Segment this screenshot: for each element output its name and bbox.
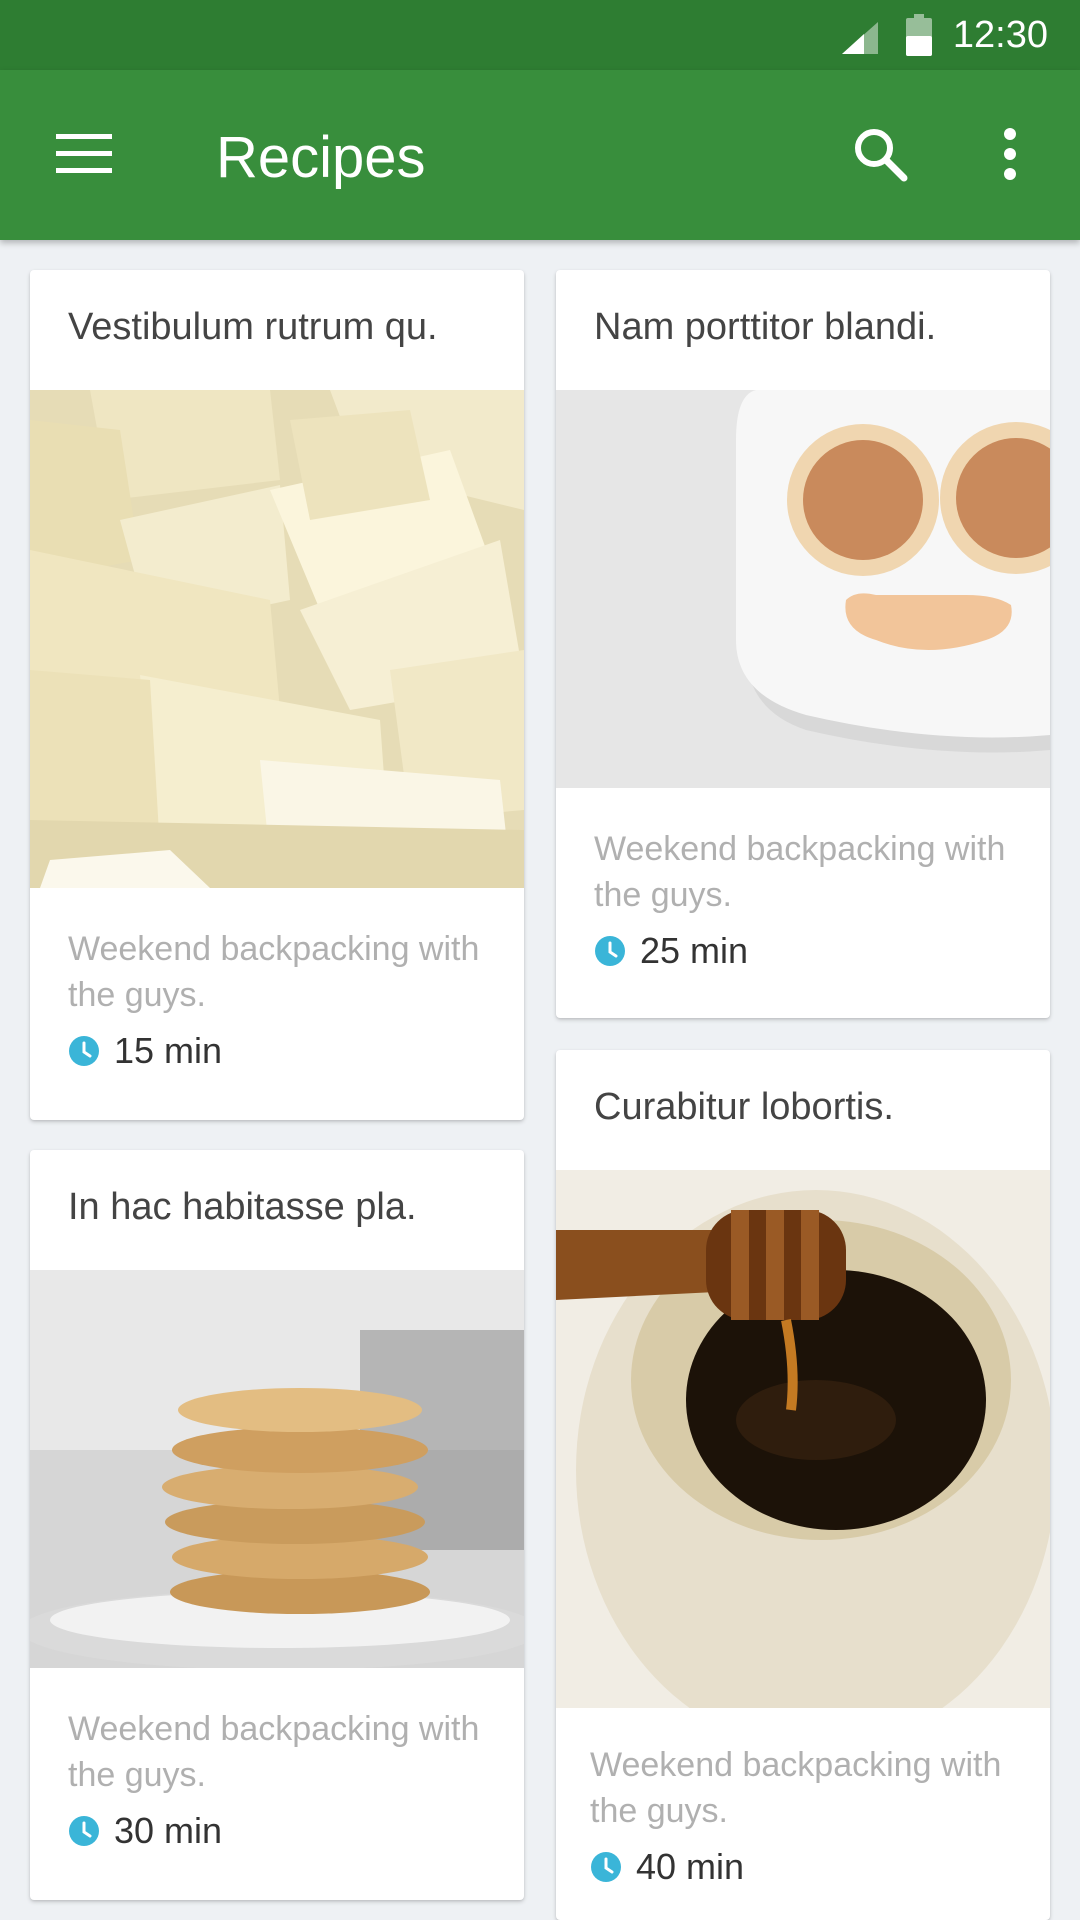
- recipe-title: In hac habitasse pla.: [68, 1186, 417, 1228]
- recipe-card[interactable]: Nam porttitor blandi. Weekend backpackin…: [556, 270, 1050, 1018]
- recipe-title: Nam porttitor blandi.: [594, 306, 937, 348]
- clock-icon: [595, 936, 625, 966]
- status-time: 12:30: [952, 14, 1048, 56]
- cooking-time-label: 15 min: [114, 1030, 223, 1071]
- battery-icon: [906, 14, 932, 56]
- cooking-time-label: 25 min: [640, 930, 749, 971]
- recipe-image: [556, 390, 1050, 788]
- recipe-description: Weekend backpacking with the guys.: [68, 930, 480, 1014]
- clock-icon: [69, 1816, 99, 1846]
- recipe-title: Curabitur lobortis.: [594, 1086, 894, 1128]
- cooking-time: 25 min: [594, 930, 748, 976]
- recipe-description: Weekend backpacking with the guys.: [594, 830, 1006, 914]
- search-icon[interactable]: [852, 126, 908, 182]
- clock-icon: [69, 1036, 99, 1066]
- recipe-description: Weekend backpacking with the guys.: [68, 1710, 480, 1794]
- signal-icon: [842, 22, 878, 54]
- cooking-time: 40 min: [590, 1846, 744, 1892]
- page-title: Recipes: [216, 125, 426, 190]
- recipe-description: Weekend backpacking with the guys.: [590, 1746, 1002, 1830]
- cooking-time: 15 min: [68, 1030, 222, 1076]
- cooking-time-label: 40 min: [636, 1846, 745, 1887]
- recipe-image: [30, 1270, 524, 1668]
- recipe-card[interactable]: In hac habitasse pla. Weekend backpackin…: [30, 1150, 524, 1900]
- clock-icon: [591, 1852, 621, 1882]
- cooking-time-label: 30 min: [114, 1810, 223, 1851]
- recipe-image: [30, 390, 524, 888]
- more-vert-icon[interactable]: [994, 126, 1026, 182]
- recipe-card[interactable]: Vestibulum rutrum qu. Weekend backpackin…: [30, 270, 524, 1120]
- status-bar: 12:30: [0, 0, 1080, 70]
- cooking-time: 30 min: [68, 1810, 222, 1856]
- recipe-title: Vestibulum rutrum qu.: [68, 306, 438, 348]
- menu-icon[interactable]: [56, 132, 112, 176]
- app-bar: Recipes: [0, 70, 1080, 240]
- recipe-image: [556, 1170, 1050, 1708]
- recipe-card[interactable]: Curabitur lobortis. Weekend backpacking …: [556, 1050, 1050, 1920]
